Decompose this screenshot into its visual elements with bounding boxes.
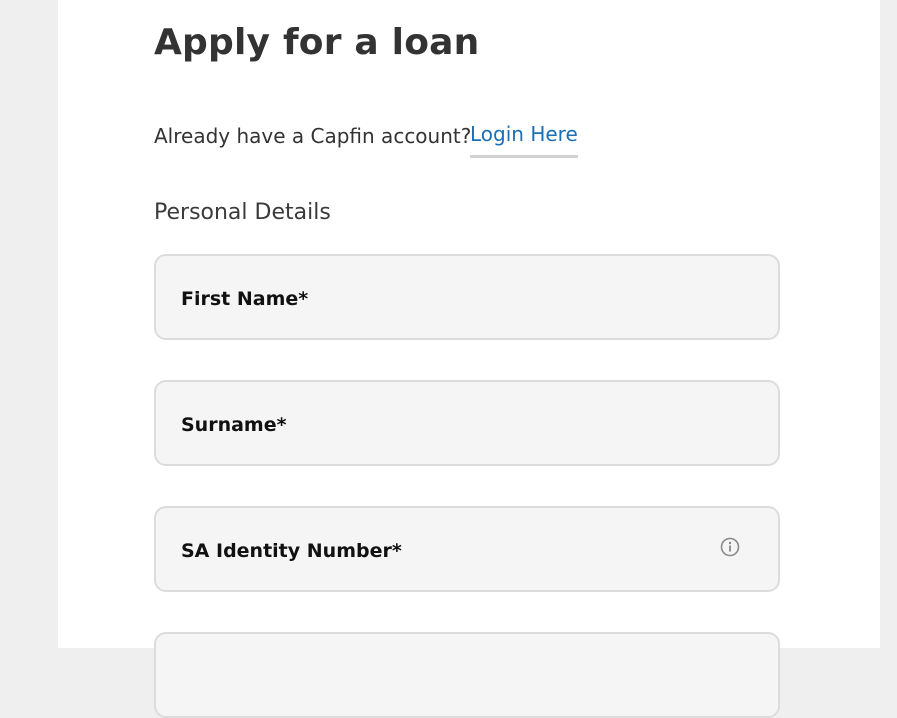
surname-field[interactable]: Surname* [154, 380, 780, 466]
surname-label: Surname* [181, 414, 287, 436]
first-name-label: First Name* [181, 288, 309, 310]
info-icon[interactable] [720, 537, 740, 557]
page-title: Apply for a loan [154, 22, 480, 63]
sa-identity-number-label: SA Identity Number* [181, 540, 402, 562]
account-prompt-text: Already have a Capfin account? [154, 124, 472, 148]
login-link[interactable]: Login Here [470, 122, 578, 158]
section-title-personal-details: Personal Details [154, 200, 331, 225]
next-field[interactable] [154, 632, 780, 718]
first-name-field[interactable]: First Name* [154, 254, 780, 340]
sa-identity-number-field[interactable]: SA Identity Number* [154, 506, 780, 592]
account-prompt-row: Already have a Capfin account? [154, 124, 471, 148]
